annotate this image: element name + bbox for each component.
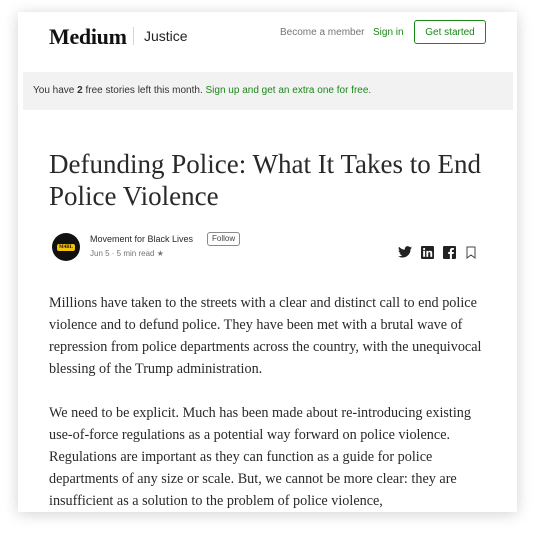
author-name[interactable]: Movement for Black Lives	[90, 234, 193, 244]
get-started-button[interactable]: Get started	[414, 20, 486, 44]
article-meta: Jun 5 · 5 min read ★	[90, 249, 164, 258]
sign-in-link[interactable]: Sign in	[373, 27, 404, 38]
page-card: Medium Justice Become a member Sign in G…	[18, 12, 517, 512]
article-paragraph: Millions have taken to the streets with …	[49, 295, 482, 377]
header-divider	[133, 27, 134, 45]
banner-prefix: You have	[33, 85, 78, 96]
twitter-icon[interactable]	[398, 245, 412, 259]
article-title: Defunding Police: What It Takes to End P…	[49, 149, 482, 211]
banner-middle: free stories left this month.	[82, 85, 206, 96]
become-member-link[interactable]: Become a member	[280, 27, 364, 38]
facebook-icon[interactable]	[442, 245, 456, 259]
author-logo-icon: M4BL	[57, 243, 75, 251]
follow-button[interactable]: Follow	[207, 232, 241, 246]
author-avatar[interactable]: M4BL	[52, 233, 80, 261]
bookmark-icon[interactable]	[464, 245, 478, 259]
article-body: Millions have taken to the streets with …	[49, 292, 489, 512]
article-paragraph: We need to be explicit. Much has been ma…	[49, 405, 471, 509]
banner-text: You have 2 free stories left this month.…	[33, 85, 371, 96]
signup-extra-link[interactable]: Sign up and get an extra one for free.	[206, 85, 372, 96]
share-bar	[398, 245, 478, 259]
top-navigation: Medium Justice Become a member Sign in G…	[18, 12, 517, 58]
medium-logo[interactable]: Medium	[49, 24, 127, 50]
publication-name[interactable]: Justice	[144, 28, 188, 44]
metered-paywall-banner: You have 2 free stories left this month.…	[23, 72, 513, 110]
linkedin-icon[interactable]	[420, 245, 434, 259]
